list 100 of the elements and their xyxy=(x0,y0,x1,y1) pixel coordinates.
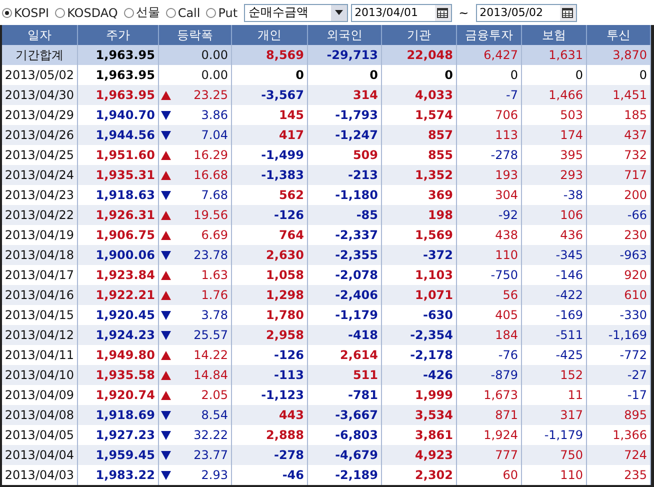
change-value: 14.84 xyxy=(194,368,228,382)
net-buy-cell: -278 xyxy=(232,445,308,465)
change-value: 25.57 xyxy=(194,328,228,342)
up-triangle-icon xyxy=(161,150,171,160)
column-header[interactable]: 기관 xyxy=(382,25,457,45)
net-buy-cell: -3,667 xyxy=(308,405,382,425)
down-triangle-icon xyxy=(161,410,171,420)
change-value: 16.68 xyxy=(194,168,228,182)
net-buy-cell: 1,631 xyxy=(522,45,587,65)
market-radio[interactable]: 선물 xyxy=(124,4,160,21)
change-value: 23.78 xyxy=(194,248,228,262)
date-cell: 2013/04/10 xyxy=(2,365,78,385)
column-header[interactable]: 보험 xyxy=(522,25,587,45)
date-cell: 2013/04/04 xyxy=(2,445,78,465)
net-buy-cell: -27 xyxy=(587,365,651,385)
net-buy-cell: 1,466 xyxy=(522,85,587,105)
change-value: 19.56 xyxy=(194,208,228,222)
change-value: 0.00 xyxy=(201,68,228,82)
market-radio[interactable]: Call xyxy=(166,6,200,20)
range-separator: ~ xyxy=(458,6,469,20)
net-buy-cell: -1,169 xyxy=(587,325,651,345)
market-radio[interactable]: Put xyxy=(206,6,238,20)
price-cell: 1,959.45 xyxy=(78,445,159,465)
change-value: 7.04 xyxy=(201,128,228,142)
change-value: 1.63 xyxy=(201,268,228,282)
column-header[interactable]: 일자 xyxy=(2,25,78,45)
up-triangle-icon xyxy=(161,210,171,220)
net-buy-cell: -213 xyxy=(308,165,382,185)
up-triangle-icon xyxy=(161,170,171,180)
market-radio[interactable]: KOSPI xyxy=(2,6,50,20)
change-value: 2.05 xyxy=(201,388,228,402)
column-header[interactable]: 금융투자 xyxy=(457,25,522,45)
price-cell: 1,963.95 xyxy=(78,85,159,105)
change-value: 14.22 xyxy=(194,348,228,362)
calendar-icon xyxy=(562,8,574,18)
net-buy-cell: -113 xyxy=(232,365,308,385)
up-triangle-icon xyxy=(161,390,171,400)
change-value: 32.22 xyxy=(194,428,228,442)
net-buy-cell: -2,354 xyxy=(382,325,457,345)
net-buy-cell: 777 xyxy=(457,445,522,465)
date-cell: 기간합계 xyxy=(2,45,78,65)
change-value: 1.76 xyxy=(201,288,228,302)
net-buy-cell: -2,406 xyxy=(308,285,382,305)
date-cell: 2013/04/26 xyxy=(2,125,78,145)
column-header[interactable]: 투신 xyxy=(587,25,651,45)
up-triangle-icon xyxy=(161,90,171,100)
net-buy-cell: 184 xyxy=(457,325,522,345)
column-header[interactable]: 외국인 xyxy=(308,25,382,45)
net-buy-cell: 2,958 xyxy=(232,325,308,345)
net-buy-cell: 437 xyxy=(587,125,651,145)
net-buy-cell: 3,534 xyxy=(382,405,457,425)
net-buy-cell: 750 xyxy=(522,445,587,465)
net-buy-cell: -7 xyxy=(457,85,522,105)
net-buy-cell: 511 xyxy=(308,365,382,385)
net-buy-cell: 4,923 xyxy=(382,445,457,465)
net-buy-cell: -92 xyxy=(457,205,522,225)
metric-dropdown[interactable]: 순매수금액 xyxy=(244,4,348,22)
change-value: 23.25 xyxy=(194,88,228,102)
column-header[interactable]: 등락폭 xyxy=(159,25,232,45)
net-buy-cell: 1,451 xyxy=(587,85,651,105)
start-date-field[interactable]: 2013/04/01 xyxy=(350,4,452,22)
up-triangle-icon xyxy=(161,230,171,240)
date-cell: 2013/04/08 xyxy=(2,405,78,425)
price-cell: 1,926.31 xyxy=(78,205,159,225)
net-buy-cell: 417 xyxy=(232,125,308,145)
net-buy-cell: 22,048 xyxy=(382,45,457,65)
change-value: 8.54 xyxy=(201,408,228,422)
change-value: 23.77 xyxy=(194,448,228,462)
up-triangle-icon xyxy=(161,350,171,360)
net-buy-cell: 443 xyxy=(232,405,308,425)
up-triangle-icon xyxy=(161,270,171,280)
net-buy-cell: 317 xyxy=(522,405,587,425)
net-buy-cell: -85 xyxy=(308,205,382,225)
net-buy-cell: 174 xyxy=(522,125,587,145)
date-cell: 2013/04/18 xyxy=(2,245,78,265)
price-cell: 1,900.06 xyxy=(78,245,159,265)
column-header[interactable]: 개인 xyxy=(232,25,308,45)
up-triangle-icon xyxy=(161,290,171,300)
date-cell: 2013/04/12 xyxy=(2,325,78,345)
price-cell: 1,935.58 xyxy=(78,365,159,385)
net-buy-cell: 857 xyxy=(382,125,457,145)
down-triangle-icon xyxy=(161,430,171,440)
market-radio[interactable]: KOSDAQ xyxy=(55,6,118,20)
net-buy-cell: 2,630 xyxy=(232,245,308,265)
down-triangle-icon xyxy=(161,190,171,200)
down-triangle-icon xyxy=(161,470,171,480)
net-buy-cell: -126 xyxy=(232,205,308,225)
up-triangle-icon xyxy=(161,370,171,380)
net-buy-cell: -963 xyxy=(587,245,651,265)
column-header[interactable]: 주가 xyxy=(78,25,159,45)
dropdown-arrow-icon xyxy=(334,10,343,15)
net-buy-cell: -426 xyxy=(382,365,457,385)
net-buy-cell: 113 xyxy=(457,125,522,145)
net-buy-cell: 1,298 xyxy=(232,285,308,305)
change-value: 3.86 xyxy=(201,108,228,122)
net-buy-cell: 6,427 xyxy=(457,45,522,65)
change-value: 16.29 xyxy=(194,148,228,162)
net-buy-cell: -2,355 xyxy=(308,245,382,265)
end-date-field[interactable]: 2013/05/02 xyxy=(476,4,577,22)
net-buy-cell: 8,569 xyxy=(232,45,308,65)
